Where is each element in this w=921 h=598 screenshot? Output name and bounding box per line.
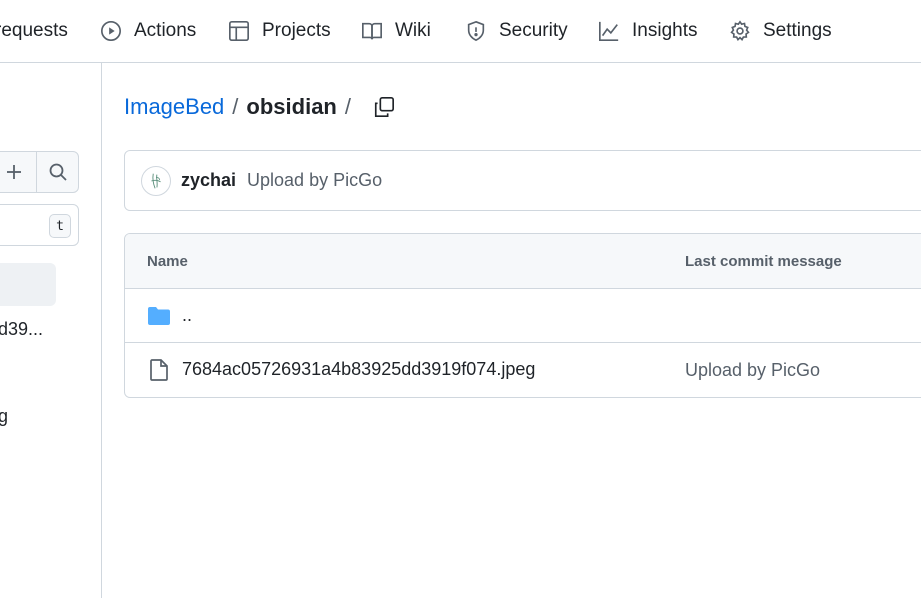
tab-insights-label: Insights: [632, 20, 698, 41]
tab-pull-requests[interactable]: requests: [0, 0, 68, 62]
book-icon: [362, 22, 382, 40]
file-icon: [150, 359, 168, 381]
tab-pull-requests-label: requests: [0, 20, 68, 41]
tab-security[interactable]: Security: [465, 0, 568, 62]
shortcut-key-badge: t: [49, 214, 71, 238]
commit-message-link[interactable]: Upload by PicGo: [247, 170, 382, 191]
tab-insights[interactable]: Insights: [598, 0, 697, 62]
avatar[interactable]: [141, 165, 171, 196]
tab-security-label: Security: [499, 20, 568, 41]
column-header-name: Name: [147, 253, 188, 270]
tab-actions[interactable]: Actions: [100, 0, 196, 62]
search-icon: [49, 163, 67, 181]
gear-icon: [730, 20, 750, 41]
file-table: Name Last commit message .. 7684ac057269…: [124, 233, 921, 398]
breadcrumb-separator: /: [232, 94, 239, 119]
commit-author-link[interactable]: zychai: [181, 170, 236, 191]
breadcrumb-current-folder: obsidian: [246, 94, 337, 119]
go-to-file-input[interactable]: t: [0, 204, 79, 246]
add-file-button[interactable]: [0, 152, 38, 192]
tab-settings-label: Settings: [763, 20, 832, 41]
file-tree-actions: [0, 151, 79, 193]
latest-commit-bar: zychai Upload by PicGo: [124, 150, 921, 211]
copy-path-button[interactable]: [371, 94, 397, 120]
tab-projects[interactable]: Projects: [228, 0, 331, 62]
row-commit-message-link[interactable]: Upload by PicGo: [685, 360, 820, 381]
table-header: Name Last commit message: [125, 234, 921, 289]
file-name-link[interactable]: 7684ac05726931a4b83925dd3919f074.jpeg: [182, 359, 535, 380]
play-circle-icon: [101, 21, 121, 41]
tab-wiki[interactable]: Wiki: [361, 0, 431, 62]
table-row-parent-dir[interactable]: ..: [125, 289, 921, 343]
file-tree-sidebar: t d39... g: [0, 63, 102, 598]
shield-icon: [467, 20, 485, 42]
search-files-button[interactable]: [37, 152, 78, 192]
breadcrumb-separator: /: [344, 94, 351, 119]
table-row[interactable]: 7684ac05726931a4b83925dd3919f074.jpeg Up…: [125, 343, 921, 397]
tree-item-file[interactable]: g: [0, 406, 8, 427]
repo-nav: requests Actions Projects Wiki Security …: [0, 0, 921, 63]
column-header-last-commit: Last commit message: [685, 253, 842, 270]
tab-settings[interactable]: Settings: [729, 0, 832, 62]
breadcrumb: ImageBed / obsidian /: [124, 92, 397, 122]
tab-actions-label: Actions: [134, 20, 197, 41]
table-icon: [229, 21, 249, 41]
graph-icon: [599, 21, 619, 41]
tab-wiki-label: Wiki: [395, 20, 431, 41]
avatar-image: [151, 173, 161, 189]
tree-item-selected[interactable]: [0, 263, 56, 306]
tree-item-file[interactable]: d39...: [0, 319, 43, 340]
tab-projects-label: Projects: [262, 20, 331, 41]
parent-dir-link[interactable]: ..: [182, 305, 192, 326]
breadcrumb-repo-link[interactable]: ImageBed: [124, 94, 224, 120]
copy-icon: [374, 97, 394, 117]
plus-icon: [6, 165, 21, 179]
folder-icon: [148, 307, 170, 325]
